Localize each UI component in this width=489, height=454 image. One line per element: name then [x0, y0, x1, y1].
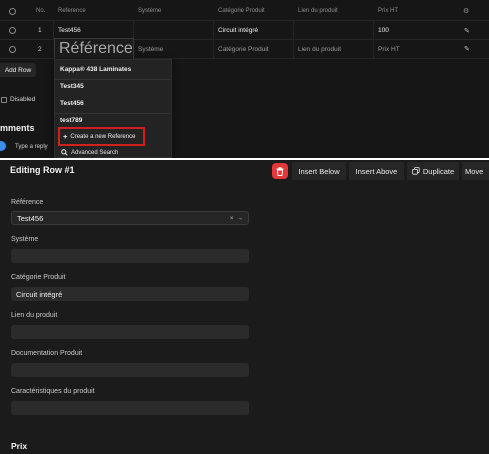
dropdown-option[interactable]: Kappa® 438 Laminates	[60, 62, 131, 76]
insert-above-button[interactable]: Insert Above	[349, 162, 404, 180]
caracteristiques-label: Caractéristiques du produit	[11, 388, 95, 395]
cell-categorie[interactable]: Catégorie Produit	[218, 40, 269, 58]
cell-categorie[interactable]: Circuit intégré	[218, 21, 258, 40]
plus-icon: +	[63, 132, 68, 141]
edit-row-pencil-icon[interactable]: ✎	[464, 40, 470, 58]
duplicate-button[interactable]: Duplicate	[407, 162, 459, 180]
disabled-label: Disabled	[10, 96, 36, 103]
column-systeme[interactable]: Système	[138, 3, 161, 19]
cell-prix[interactable]: 100	[378, 21, 389, 40]
systeme-label: Système	[11, 236, 39, 243]
section-title-prix: Prix	[11, 441, 28, 451]
row-checkbox[interactable]	[9, 40, 16, 58]
select-all-checkbox[interactable]	[9, 3, 16, 19]
add-row-button[interactable]: Add Row	[0, 63, 36, 77]
edit-row-pencil-icon[interactable]: ✎	[464, 21, 470, 40]
reference-field[interactable]: Test456 × →	[11, 211, 249, 225]
advanced-search-label: Advanced Search	[71, 149, 119, 156]
categorie-label: Catégorie Produit	[11, 274, 66, 281]
reference-value: Test456	[17, 213, 44, 223]
cell-prix[interactable]: Prix HT	[378, 40, 400, 58]
categorie-value: Circuit intégré	[16, 289, 63, 299]
create-new-reference-button[interactable]: + Create a new Reference	[58, 127, 145, 146]
grid-header: No. Reference Système Catégorie Produit …	[0, 3, 489, 19]
avatar	[0, 141, 6, 151]
reference-dropdown: Kappa® 438 Laminates Test345 Test456 tes…	[54, 59, 172, 158]
column-categorie[interactable]: Catégorie Produit	[218, 3, 265, 19]
clear-icon[interactable]: ×	[230, 215, 234, 222]
categorie-field[interactable]: Circuit intégré	[11, 287, 249, 301]
insert-below-button[interactable]: Insert Below	[292, 162, 346, 180]
reference-cell-input[interactable]: Référence	[54, 38, 134, 60]
row-number: 1	[38, 27, 42, 34]
disabled-toggle[interactable]: Disabled	[0, 96, 35, 103]
lien-field[interactable]	[11, 325, 249, 339]
move-button[interactable]: Move	[462, 162, 489, 180]
documentation-field[interactable]	[11, 363, 249, 377]
column-no[interactable]: No.	[36, 3, 45, 19]
editor-title: Editing Row #1	[10, 165, 75, 175]
lien-label: Lien du produit	[11, 312, 58, 319]
systeme-field[interactable]	[11, 249, 249, 263]
duplicate-label: Duplicate	[422, 166, 455, 176]
column-lien[interactable]: Lien du produit	[298, 3, 338, 19]
search-icon	[61, 149, 68, 156]
row-checkbox[interactable]	[9, 21, 16, 40]
cell-lien[interactable]: Lien du produit	[298, 40, 341, 58]
disabled-checkbox[interactable]	[1, 96, 7, 103]
comments-title: mments	[0, 123, 35, 133]
caracteristiques-field[interactable]	[11, 401, 249, 415]
settings-gear-icon[interactable]: ⚙	[463, 3, 469, 19]
grid-panel: No. Reference Système Catégorie Produit …	[0, 0, 489, 158]
row-editor-panel: Editing Row #1 Insert Below Insert Above…	[0, 160, 489, 454]
arrow-right-icon[interactable]: →	[237, 215, 244, 222]
column-reference[interactable]: Reference	[58, 3, 86, 19]
duplicate-icon	[412, 167, 420, 175]
column-prix[interactable]: Prix HT	[378, 3, 398, 19]
trash-icon	[276, 166, 284, 176]
dropdown-option[interactable]: Test456	[60, 96, 84, 110]
row-number: 2	[38, 45, 42, 53]
reference-label: Référence	[11, 199, 44, 206]
cell-systeme[interactable]: Système	[138, 40, 163, 58]
delete-row-button[interactable]	[272, 163, 288, 179]
documentation-label: Documentation Produit	[11, 350, 83, 357]
dropdown-option[interactable]: Test345	[60, 79, 84, 93]
create-new-reference-label: Create a new Reference	[70, 133, 136, 140]
table-row[interactable]: 1 Test456 Circuit intégré 100 ✎	[0, 20, 489, 40]
dropdown-option[interactable]: test789	[60, 113, 82, 127]
advanced-search-button[interactable]: Advanced Search	[61, 149, 118, 156]
